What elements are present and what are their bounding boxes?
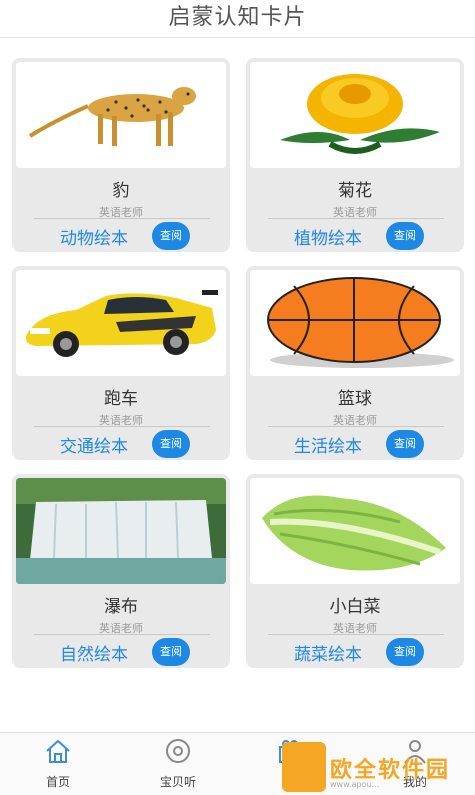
card-category[interactable]: 生活绘本 <box>294 432 362 457</box>
card-category[interactable]: 植物绘本 <box>294 224 362 249</box>
watermark: 欧全软件园 www.apou… <box>282 742 472 792</box>
view-button[interactable]: 查阅 <box>386 222 424 250</box>
bok-choy-image[interactable] <box>250 478 460 584</box>
app-header: 启蒙认知卡片 <box>0 0 475 38</box>
card-divider <box>268 634 444 635</box>
view-button[interactable]: 查阅 <box>152 638 190 666</box>
card-title: 跑车 <box>104 389 138 409</box>
card-grid: 豹 英语老师 动物绘本 查阅 菊花 英语老师 植物绘本 查阅 跑车 英语老师 交… <box>12 58 464 668</box>
card-category[interactable]: 蔬菜绘本 <box>294 640 362 665</box>
waterfall-image[interactable] <box>16 478 226 584</box>
card-divider <box>268 426 444 427</box>
tab-listen[interactable]: 宝贝听 <box>138 737 218 795</box>
view-button[interactable]: 查阅 <box>152 222 190 250</box>
view-button[interactable]: 查阅 <box>152 430 190 458</box>
view-button[interactable]: 查阅 <box>386 638 424 666</box>
disc-icon <box>166 739 190 763</box>
card-chrysanthemum[interactable]: 菊花 英语老师 植物绘本 查阅 <box>246 58 464 252</box>
card-sports-car[interactable]: 跑车 英语老师 交通绘本 查阅 <box>12 266 230 460</box>
card-divider <box>34 218 210 219</box>
watermark-url: www.apou… <box>330 780 380 789</box>
card-waterfall[interactable]: 瀑布 英语老师 自然绘本 查阅 <box>12 474 230 668</box>
card-title: 豹 <box>112 181 130 201</box>
page-title: 启蒙认知卡片 <box>168 5 307 30</box>
card-divider <box>34 634 210 635</box>
tab-home[interactable]: 首页 <box>18 737 98 795</box>
card-divider <box>34 426 210 427</box>
basketball-image[interactable] <box>250 270 460 376</box>
watermark-logo-icon <box>282 742 326 792</box>
card-bok-choy[interactable]: 小白菜 英语老师 蔬菜绘本 查阅 <box>246 474 464 668</box>
card-title: 菊花 <box>338 181 372 201</box>
card-title: 瀑布 <box>104 597 138 617</box>
card-category[interactable]: 动物绘本 <box>60 224 128 249</box>
card-divider <box>268 218 444 219</box>
card-category[interactable]: 交通绘本 <box>60 432 128 457</box>
chrysanthemum-image[interactable] <box>250 62 460 168</box>
card-title: 小白菜 <box>329 597 381 617</box>
card-basketball[interactable]: 篮球 英语老师 生活绘本 查阅 <box>246 266 464 460</box>
card-cheetah[interactable]: 豹 英语老师 动物绘本 查阅 <box>12 58 230 252</box>
tab-label: 宝贝听 <box>159 775 196 789</box>
card-category[interactable]: 自然绘本 <box>60 640 128 665</box>
sports-car-image[interactable] <box>16 270 226 376</box>
card-title: 篮球 <box>338 389 372 409</box>
home-icon <box>46 739 70 763</box>
cheetah-image[interactable] <box>16 62 226 168</box>
tab-label: 首页 <box>45 775 70 789</box>
view-button[interactable]: 查阅 <box>386 430 424 458</box>
